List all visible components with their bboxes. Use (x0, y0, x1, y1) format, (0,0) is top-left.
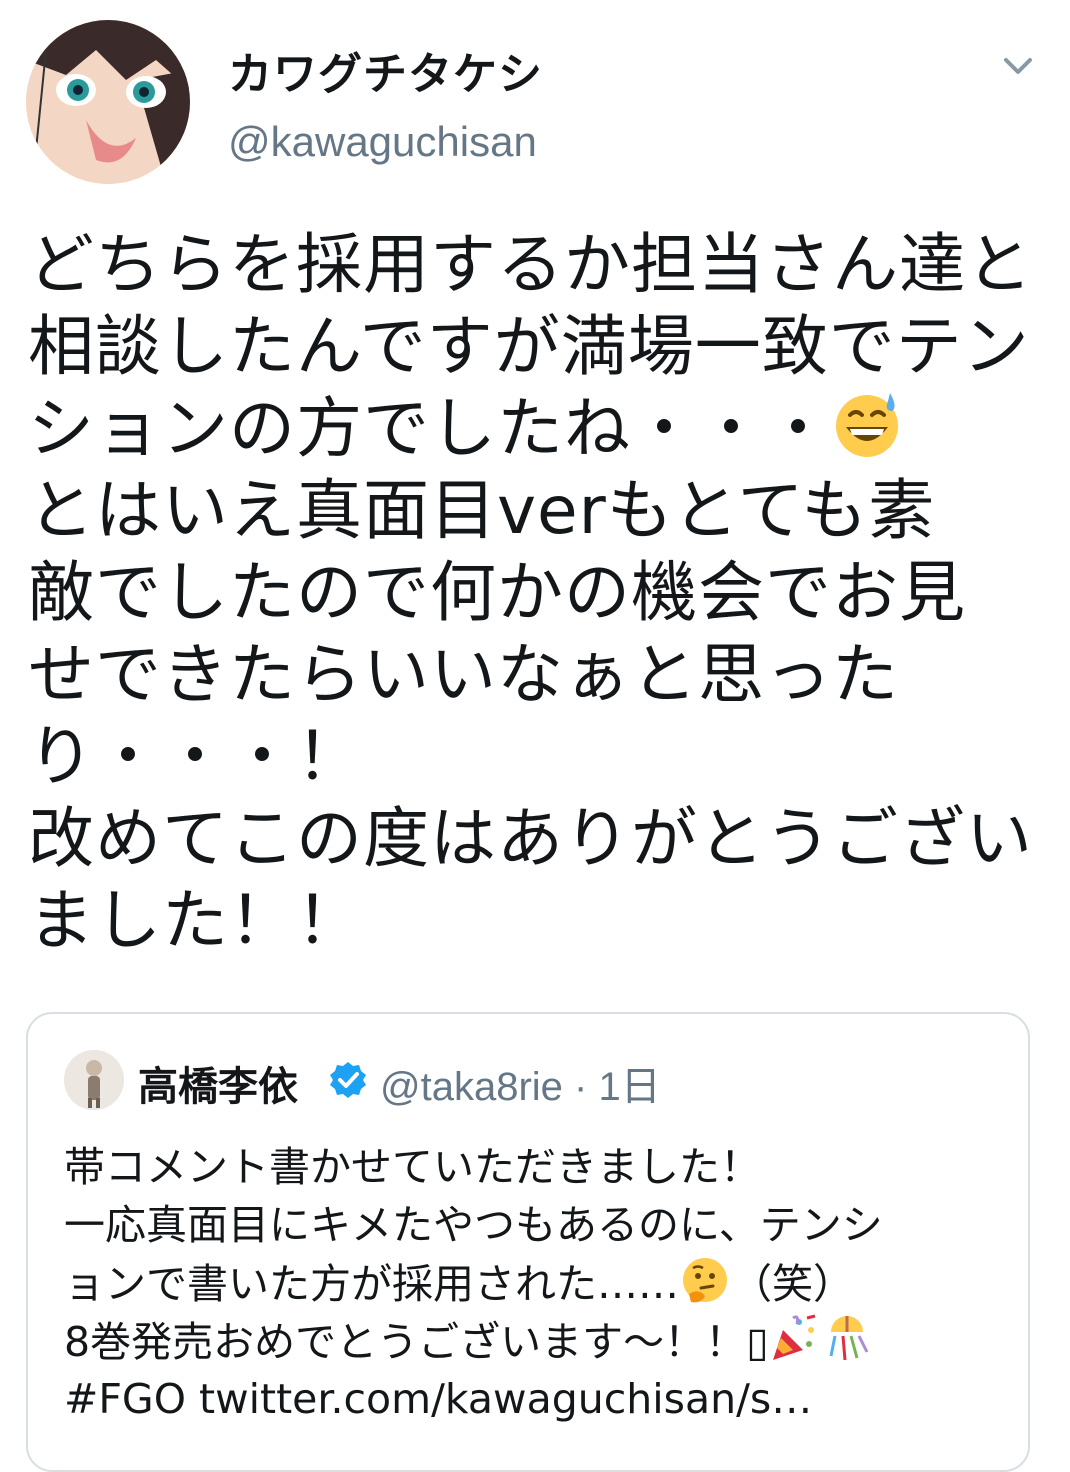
author-avatar[interactable] (26, 20, 190, 184)
tweet-line: ました！！ (28, 882, 363, 959)
tweet-line: ションの方でしたね・・・ (28, 388, 1048, 470)
author-display-name[interactable]: カワグチタケシ (228, 38, 543, 102)
quoted-author-avatar (64, 1050, 124, 1110)
quoted-handle-and-time: @taka8rie · 1日 (380, 1054, 661, 1112)
verified-badge-icon (330, 1062, 366, 1098)
tweet-line-text: ションの方でしたね・・・ (28, 390, 832, 467)
avatar-illustration (26, 20, 190, 184)
author-handle[interactable]: @kawaguchisan (228, 118, 537, 166)
tweet-line: どちらを採用するか担当さん達と (28, 226, 1033, 303)
tweet-line: 改めてこの度はありがとうござい (28, 800, 1033, 877)
tweet-line: とはいえ真面目verもとても素 (28, 472, 936, 549)
quoted-handle: @taka8rie (380, 1065, 563, 1109)
tweet: カワグチタケシ @kawaguchisan どちらを採用するか担当さん達と 相談… (0, 0, 1070, 1472)
thinking-face-icon (679, 1254, 731, 1321)
grinning-face-with-sweat-icon (832, 389, 902, 478)
quoted-time: · 1日 (562, 1065, 661, 1109)
quoted-line: 帯コメント書かせていただきました！ (64, 1143, 761, 1191)
tweet-line: せできたらいいなぁと思った (28, 636, 899, 713)
quoted-line-text: 8巻発売おめでとうございます〜！！ (64, 1318, 747, 1366)
quoted-line-suffix: （笑） (731, 1260, 854, 1308)
party-popper-icon (769, 1312, 821, 1379)
quoted-line: ョンで書いた方が採用された…… （笑） (64, 1254, 1014, 1312)
missing-glyph: ▯ (746, 1318, 769, 1366)
quoted-display-name: 高橋李依 (138, 1064, 298, 1110)
tweet-line: り・・・！ (28, 718, 363, 795)
tweet-line: 相談したんですが満場一致でテン (28, 308, 1030, 385)
quoted-tweet[interactable]: 高橋李依 @taka8rie · 1日 帯コメント書かせていただきました！ 一応… (26, 1012, 1030, 1472)
quoted-line: 一応真面目にキメたやつもあるのに、テンシ (64, 1201, 883, 1249)
tweet-text: どちらを採用するか担当さん達と 相談したんですが満場一致でテン ションの方でした… (28, 224, 1048, 962)
quoted-line: 8巻発売おめでとうございます〜！！▯ (64, 1312, 1014, 1370)
quoted-text: 帯コメント書かせていただきました！ 一応真面目にキメたやつもあるのに、テンシ ョ… (64, 1138, 1014, 1428)
tweet-line: 敵でしたので何かの機会でお見 (28, 554, 966, 631)
quoted-line-text: ョンで書いた方が採用された…… (64, 1260, 679, 1308)
chevron-down-icon[interactable] (996, 44, 1040, 88)
confetti-ball-icon (821, 1312, 873, 1379)
